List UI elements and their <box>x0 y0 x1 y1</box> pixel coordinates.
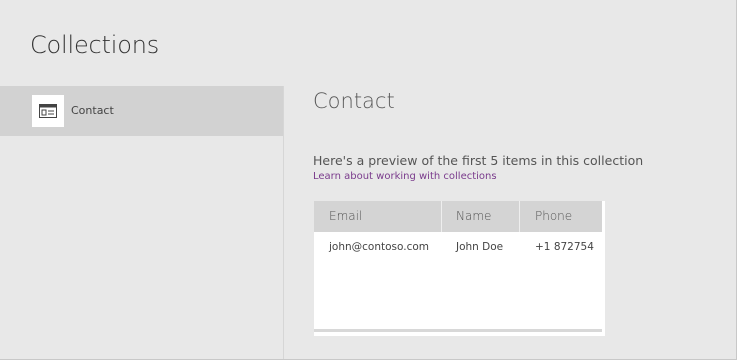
sidebar-item-icon-tile <box>32 95 64 127</box>
horizontal-scrollbar[interactable] <box>314 329 602 332</box>
cell-phone: +1 872754 <box>535 241 594 253</box>
collections-window: Collections Contact Contact Here's a pre… <box>0 0 737 360</box>
collection-title: Contact <box>313 89 395 113</box>
column-separator <box>441 201 442 232</box>
table-header-row: Email Name Phone <box>314 201 602 232</box>
panel-divider <box>283 86 284 359</box>
collection-preview-table: Email Name Phone john@contoso.com John D… <box>314 201 605 336</box>
sidebar-item-label: Contact <box>71 104 114 117</box>
column-header-email[interactable]: Email <box>329 201 362 232</box>
cell-name: John Doe <box>456 241 504 253</box>
cell-email: john@contoso.com <box>329 241 430 253</box>
sidebar-item-contact[interactable]: Contact <box>0 86 283 136</box>
column-header-name[interactable]: Name <box>456 201 491 232</box>
page-title: Collections <box>30 31 160 59</box>
column-separator <box>519 201 520 232</box>
preview-description: Here's a preview of the first 5 items in… <box>313 153 644 168</box>
learn-collections-link[interactable]: Learn about working with collections <box>313 171 497 182</box>
contact-card-icon <box>39 104 57 118</box>
column-header-phone[interactable]: Phone <box>535 201 572 232</box>
